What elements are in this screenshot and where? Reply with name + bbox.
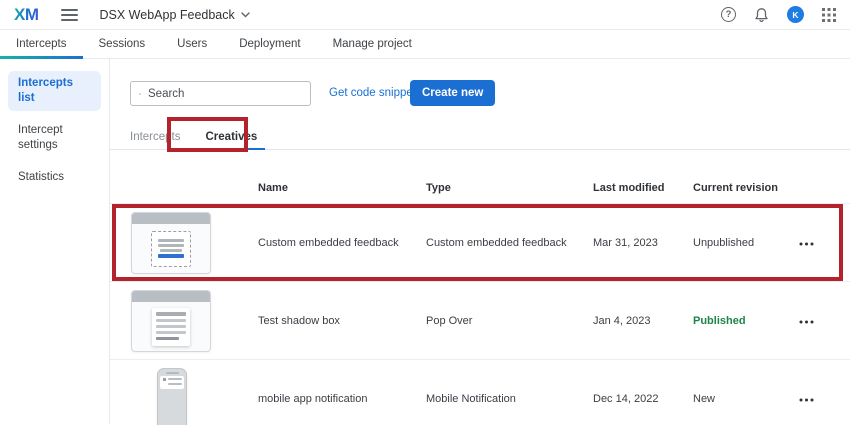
creative-type: Mobile Notification [426, 393, 516, 405]
nav-tab-manage-project[interactable]: Manage project [317, 30, 428, 58]
phone-speaker-graphic [166, 372, 179, 374]
sidebar-item-intercept-settings[interactable]: Intercept settings [8, 118, 101, 158]
creative-thumbnail-mobile-notification[interactable] [157, 368, 187, 425]
top-bar: XM DSX WebApp Feedback ? K [0, 0, 850, 30]
row-menu-button[interactable] [795, 389, 818, 409]
nav-tab-deployment[interactable]: Deployment [223, 30, 316, 58]
creative-thumbnail-pop-over[interactable] [131, 290, 211, 352]
mobile-notification-icon [160, 376, 184, 389]
main-content: Get code snippet Create new Intercepts C… [110, 59, 850, 424]
app-switcher-button[interactable] [822, 8, 836, 22]
help-button[interactable]: ? [721, 7, 736, 22]
creative-type: Pop Over [426, 315, 472, 327]
waffle-grid-icon [822, 8, 836, 22]
table-header: Name Type Last modified Current revision [110, 176, 850, 204]
column-header-last-modified: Last modified [593, 182, 665, 194]
nav-tab-intercepts[interactable]: Intercepts [0, 30, 83, 58]
xm-logo[interactable]: XM [14, 5, 39, 25]
bell-icon [754, 7, 769, 23]
table-row[interactable]: Custom embedded feedback Custom embedded… [110, 204, 850, 282]
create-new-button[interactable]: Create new [410, 80, 495, 106]
nav-tab-sessions[interactable]: Sessions [83, 30, 162, 58]
creatives-table: Custom embedded feedback Custom embedded… [110, 204, 850, 425]
subtab-intercepts[interactable]: Intercepts [122, 125, 189, 149]
table-row[interactable]: mobile app notification Mobile Notificat… [110, 360, 850, 425]
creatives-subtabs: Intercepts Creatives [110, 122, 850, 150]
creative-name[interactable]: Test shadow box [258, 315, 340, 327]
topbar-actions: ? K [721, 6, 836, 23]
kebab-menu-icon [799, 320, 814, 324]
creative-thumbnail-embedded-feedback[interactable] [131, 212, 211, 274]
help-icon: ? [721, 7, 736, 22]
column-header-name: Name [258, 182, 288, 194]
sidebar-item-intercepts-list[interactable]: Intercepts list [8, 71, 101, 111]
creative-name[interactable]: mobile app notification [258, 393, 367, 405]
column-header-current-revision: Current revision [693, 182, 778, 194]
browser-titlebar-graphic [132, 291, 210, 302]
chevron-down-icon [241, 12, 250, 18]
creative-type: Custom embedded feedback [426, 237, 567, 249]
column-header-type: Type [426, 182, 451, 194]
table-row[interactable]: Test shadow box Pop Over Jan 4, 2023 Pub… [110, 282, 850, 360]
creative-name[interactable]: Custom embedded feedback [258, 237, 399, 249]
creative-revision-status: Published [693, 315, 746, 327]
hamburger-menu-icon[interactable] [61, 6, 78, 24]
search-box [130, 81, 311, 106]
search-icon [139, 88, 141, 100]
search-input[interactable] [148, 88, 302, 100]
pop-over-icon [152, 308, 190, 346]
subtab-creatives[interactable]: Creatives [198, 125, 266, 149]
creative-last-modified: Jan 4, 2023 [593, 315, 651, 327]
kebab-menu-icon [799, 242, 814, 246]
user-avatar[interactable]: K [787, 6, 804, 23]
browser-titlebar-graphic [132, 213, 210, 224]
embedded-feedback-icon [151, 231, 191, 267]
creative-revision-status: Unpublished [693, 237, 754, 249]
notifications-button[interactable] [754, 7, 769, 23]
creative-last-modified: Dec 14, 2022 [593, 393, 658, 405]
primary-nav: Intercepts Sessions Users Deployment Man… [0, 30, 850, 59]
nav-tab-users[interactable]: Users [161, 30, 223, 58]
kebab-menu-icon [799, 398, 814, 402]
row-menu-button[interactable] [795, 311, 818, 331]
sidebar-item-statistics[interactable]: Statistics [8, 165, 101, 190]
get-code-snippet-link[interactable]: Get code snippet [329, 87, 416, 99]
project-switcher[interactable]: DSX WebApp Feedback [100, 8, 250, 22]
creative-revision-status: New [693, 393, 715, 405]
sidebar: Intercepts list Intercept settings Stati… [0, 59, 110, 424]
row-menu-button[interactable] [795, 233, 818, 253]
project-title: DSX WebApp Feedback [100, 8, 235, 22]
creative-last-modified: Mar 31, 2023 [593, 237, 658, 249]
